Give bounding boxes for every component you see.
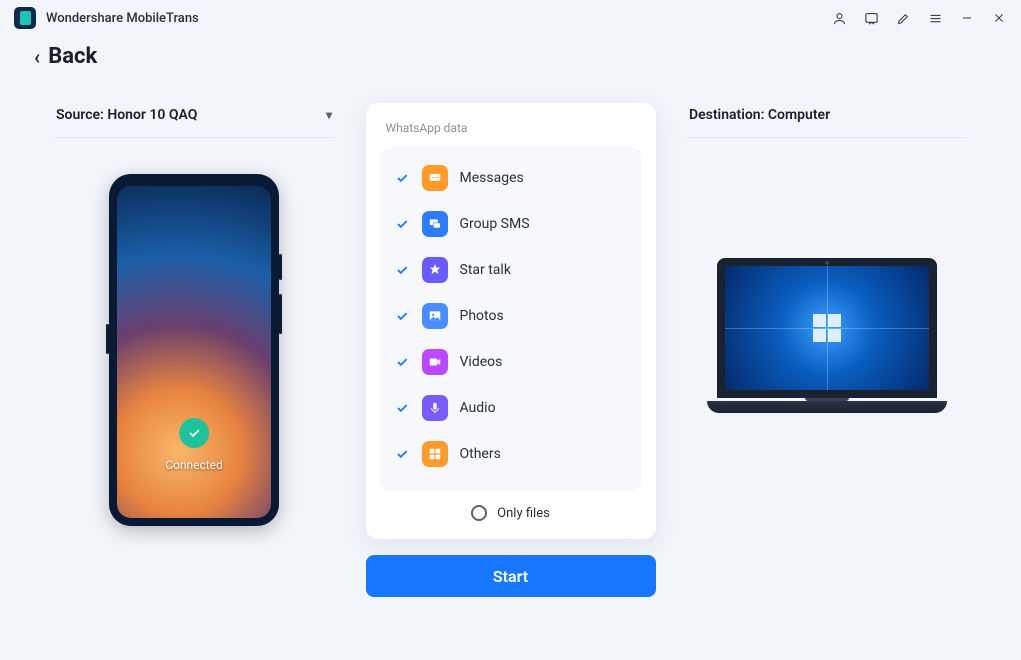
chevron-left-icon: ‹: [34, 45, 40, 69]
photos-icon: [422, 303, 448, 329]
connected-check-icon: [179, 418, 209, 448]
checkbox[interactable]: [394, 308, 410, 324]
only-files-label: Only files: [497, 506, 550, 521]
radio-icon[interactable]: [471, 505, 487, 521]
data-panel: WhatsApp data Messages Group SMS Star ta…: [366, 103, 656, 539]
list-item[interactable]: Photos: [386, 293, 636, 339]
item-label: Photos: [460, 308, 504, 324]
list-item[interactable]: Group SMS: [386, 201, 636, 247]
source-device-phone: Connected: [109, 174, 279, 526]
feedback-icon[interactable]: [863, 10, 879, 26]
account-icon[interactable]: [831, 10, 847, 26]
panel-title: WhatsApp data: [380, 121, 642, 147]
item-label: Messages: [460, 170, 524, 186]
list-item[interactable]: Audio: [386, 385, 636, 431]
start-button[interactable]: Start: [366, 555, 656, 597]
list-item[interactable]: Others: [386, 431, 636, 477]
item-label: Others: [460, 446, 501, 462]
app-logo: [14, 7, 36, 29]
back-label: Back: [48, 44, 97, 69]
item-label: Group SMS: [460, 216, 530, 232]
checkbox[interactable]: [394, 446, 410, 462]
item-label: Star talk: [460, 262, 511, 278]
destination-header: Destination: Computer: [687, 103, 967, 138]
minimize-icon[interactable]: [959, 10, 975, 26]
windows-logo-icon: [813, 314, 841, 342]
checkbox[interactable]: [394, 354, 410, 370]
back-button[interactable]: ‹ Back: [0, 36, 1021, 69]
item-label: Videos: [460, 354, 503, 370]
videos-icon: [422, 349, 448, 375]
checkbox[interactable]: [394, 400, 410, 416]
checkbox[interactable]: [394, 262, 410, 278]
titlebar: Wondershare MobileTrans: [0, 0, 1021, 36]
list-item[interactable]: Videos: [386, 339, 636, 385]
others-icon: [422, 441, 448, 467]
source-status: Connected: [165, 458, 223, 472]
destination-label: Destination: Computer: [689, 107, 830, 123]
close-icon[interactable]: [991, 10, 1007, 26]
audio-icon: [422, 395, 448, 421]
destination-device-laptop: [707, 258, 947, 413]
menu-icon[interactable]: [927, 10, 943, 26]
messages-icon: [422, 165, 448, 191]
edit-icon[interactable]: [895, 10, 911, 26]
star-talk-icon: [422, 257, 448, 283]
source-header[interactable]: Source: Honor 10 QAQ ▾: [54, 103, 334, 138]
checkbox[interactable]: [394, 216, 410, 232]
only-files-option[interactable]: Only files: [380, 491, 642, 525]
source-label: Source: Honor 10 QAQ: [56, 107, 197, 123]
data-list: Messages Group SMS Star talk Photos: [380, 147, 642, 491]
item-label: Audio: [460, 400, 496, 416]
checkbox[interactable]: [394, 170, 410, 186]
group-sms-icon: [422, 211, 448, 237]
chevron-down-icon[interactable]: ▾: [326, 108, 332, 122]
app-title: Wondershare MobileTrans: [46, 11, 199, 26]
list-item[interactable]: Messages: [386, 155, 636, 201]
list-item[interactable]: Star talk: [386, 247, 636, 293]
